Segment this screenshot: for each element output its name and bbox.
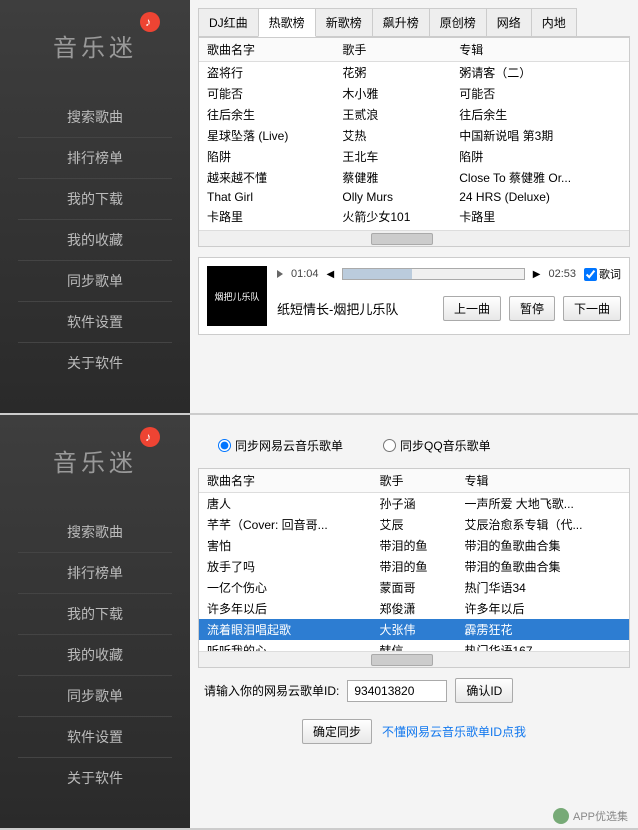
id-prompt-label: 请输入你的网易云歌单ID: (204, 682, 339, 699)
nav-item[interactable]: 关于软件 (18, 343, 172, 383)
prev-button[interactable]: 上一曲 (443, 296, 501, 321)
now-playing-title: 纸短情长-烟把儿乐队 (277, 299, 435, 318)
sidebar: 音乐迷 ♪ 搜索歌曲排行榜单我的下载我的收藏同步歌单软件设置关于软件 (0, 0, 190, 413)
seek-next-icon[interactable]: ▶ (533, 269, 541, 280)
sync-table-wrap: 歌曲名字歌手专辑 唐人孙子涵一声所爱 大地飞歌...芊芊（Cover: 回音哥.… (198, 468, 630, 668)
table-row[interactable]: 唐人孙子涵一声所爱 大地飞歌... (199, 493, 629, 515)
tab[interactable]: 原创榜 (429, 8, 487, 36)
table-row[interactable]: 陷阱王北车陷阱 (199, 146, 629, 167)
tab-bar: DJ红曲热歌榜新歌榜飙升榜原创榜网络内地 (198, 8, 630, 37)
table-row[interactable]: 卡路里火箭少女101卡路里 (199, 206, 629, 227)
id-input-row: 请输入你的网易云歌单ID: 确认ID (198, 668, 630, 713)
table-row[interactable]: 流着眼泪唱起歌大张伟霹雳狂花 (199, 619, 629, 640)
nav-item[interactable]: 搜索歌曲 (18, 97, 172, 138)
sidebar: 音乐迷 ♪ 搜索歌曲排行榜单我的下载我的收藏同步歌单软件设置关于软件 (0, 415, 190, 828)
nav-item[interactable]: 排行榜单 (18, 553, 172, 594)
nav-item[interactable]: 我的下载 (18, 179, 172, 220)
wechat-icon (553, 808, 569, 824)
seek-prev-icon[interactable]: ◀ (327, 269, 335, 280)
column-header[interactable]: 歌手 (334, 38, 451, 62)
table-row[interactable]: 芊芊（Cover: 回音哥...艾辰艾辰治愈系专辑（代... (199, 514, 629, 535)
horizontal-scrollbar[interactable] (199, 230, 629, 246)
table-row[interactable]: That GirlOlly Murs24 HRS (Deluxe) (199, 188, 629, 206)
tab[interactable]: 飙升榜 (372, 8, 430, 36)
tab[interactable]: 内地 (531, 8, 577, 36)
time-current: 01:04 (291, 268, 319, 280)
player-panel: 烟把儿乐队 01:04 ◀ ▶ 02:53 歌词 纸短情长-烟把儿乐队 上一曲 (198, 257, 630, 335)
album-art: 烟把儿乐队 (207, 266, 267, 326)
nav-item[interactable]: 同步歌单 (18, 676, 172, 717)
tab[interactable]: DJ红曲 (198, 8, 259, 36)
song-table-wrap: 歌曲名字歌手专辑 盗将行花粥粥请客（二）可能否木小雅可能否往后余生王贰浪往后余生… (198, 37, 630, 247)
radio-netease[interactable]: 同步网易云音乐歌单 (218, 437, 343, 454)
nav-item[interactable]: 同步歌单 (18, 261, 172, 302)
lyric-checkbox[interactable]: 歌词 (584, 266, 621, 282)
nav-item[interactable]: 搜索歌曲 (18, 512, 172, 553)
horizontal-scrollbar[interactable] (199, 651, 629, 667)
play-icon (277, 270, 283, 278)
nav-item[interactable]: 软件设置 (18, 717, 172, 758)
confirm-sync-button[interactable]: 确定同步 (302, 719, 372, 744)
music-icon: ♪ (140, 427, 160, 447)
help-link[interactable]: 不懂网易云音乐歌单ID点我 (382, 723, 526, 740)
radio-qq[interactable]: 同步QQ音乐歌单 (383, 437, 491, 454)
column-header[interactable]: 歌曲名字 (199, 38, 334, 62)
music-icon: ♪ (140, 12, 160, 32)
nav-item[interactable]: 软件设置 (18, 302, 172, 343)
watermark: APP优选集 (553, 808, 628, 824)
app-logo: 音乐迷 ♪ (0, 415, 190, 502)
table-row[interactable]: 害怕带泪的鱼带泪的鱼歌曲合集 (199, 535, 629, 556)
main-panel: DJ红曲热歌榜新歌榜飙升榜原创榜网络内地 歌曲名字歌手专辑 盗将行花粥粥请客（二… (190, 0, 638, 413)
nav-item[interactable]: 我的下载 (18, 594, 172, 635)
next-button[interactable]: 下一曲 (563, 296, 621, 321)
table-row[interactable]: 可能否木小雅可能否 (199, 83, 629, 104)
progress-bar[interactable] (342, 268, 525, 280)
nav-item[interactable]: 关于软件 (18, 758, 172, 798)
app-logo: 音乐迷 ♪ (0, 0, 190, 87)
playlist-id-input[interactable] (347, 680, 447, 702)
table-row[interactable]: 盗将行花粥粥请客（二） (199, 62, 629, 84)
table-row[interactable]: 往后余生王贰浪往后余生 (199, 104, 629, 125)
column-header[interactable]: 专辑 (451, 38, 629, 62)
confirm-id-button[interactable]: 确认ID (455, 678, 513, 703)
table-row[interactable]: 放手了吗带泪的鱼带泪的鱼歌曲合集 (199, 556, 629, 577)
table-row[interactable]: 许多年以后郑俊潇许多年以后 (199, 598, 629, 619)
tab[interactable]: 热歌榜 (258, 8, 316, 37)
nav-item[interactable]: 我的收藏 (18, 635, 172, 676)
table-row[interactable]: 一亿个伤心蒙面哥热门华语34 (199, 577, 629, 598)
column-header[interactable]: 专辑 (456, 469, 629, 493)
tab[interactable]: 新歌榜 (315, 8, 373, 36)
sync-source-options: 同步网易云音乐歌单 同步QQ音乐歌单 (198, 423, 630, 468)
table-row[interactable]: 越来越不懂蔡健雅Close To 蔡健雅 Or... (199, 167, 629, 188)
song-table[interactable]: 歌曲名字歌手专辑 盗将行花粥粥请客（二）可能否木小雅可能否往后余生王贰浪往后余生… (199, 38, 629, 247)
sync-song-table[interactable]: 歌曲名字歌手专辑 唐人孙子涵一声所爱 大地飞歌...芊芊（Cover: 回音哥.… (199, 469, 629, 668)
tab[interactable]: 网络 (486, 8, 532, 36)
column-header[interactable]: 歌手 (372, 469, 457, 493)
nav-item[interactable]: 排行榜单 (18, 138, 172, 179)
main-panel-sync: 同步网易云音乐歌单 同步QQ音乐歌单 歌曲名字歌手专辑 唐人孙子涵一声所爱 大地… (190, 415, 638, 828)
time-total: 02:53 (548, 268, 576, 280)
pause-button[interactable]: 暂停 (509, 296, 555, 321)
table-row[interactable]: 星球坠落 (Live)艾热中国新说唱 第3期 (199, 125, 629, 146)
nav-item[interactable]: 我的收藏 (18, 220, 172, 261)
column-header[interactable]: 歌曲名字 (199, 469, 372, 493)
